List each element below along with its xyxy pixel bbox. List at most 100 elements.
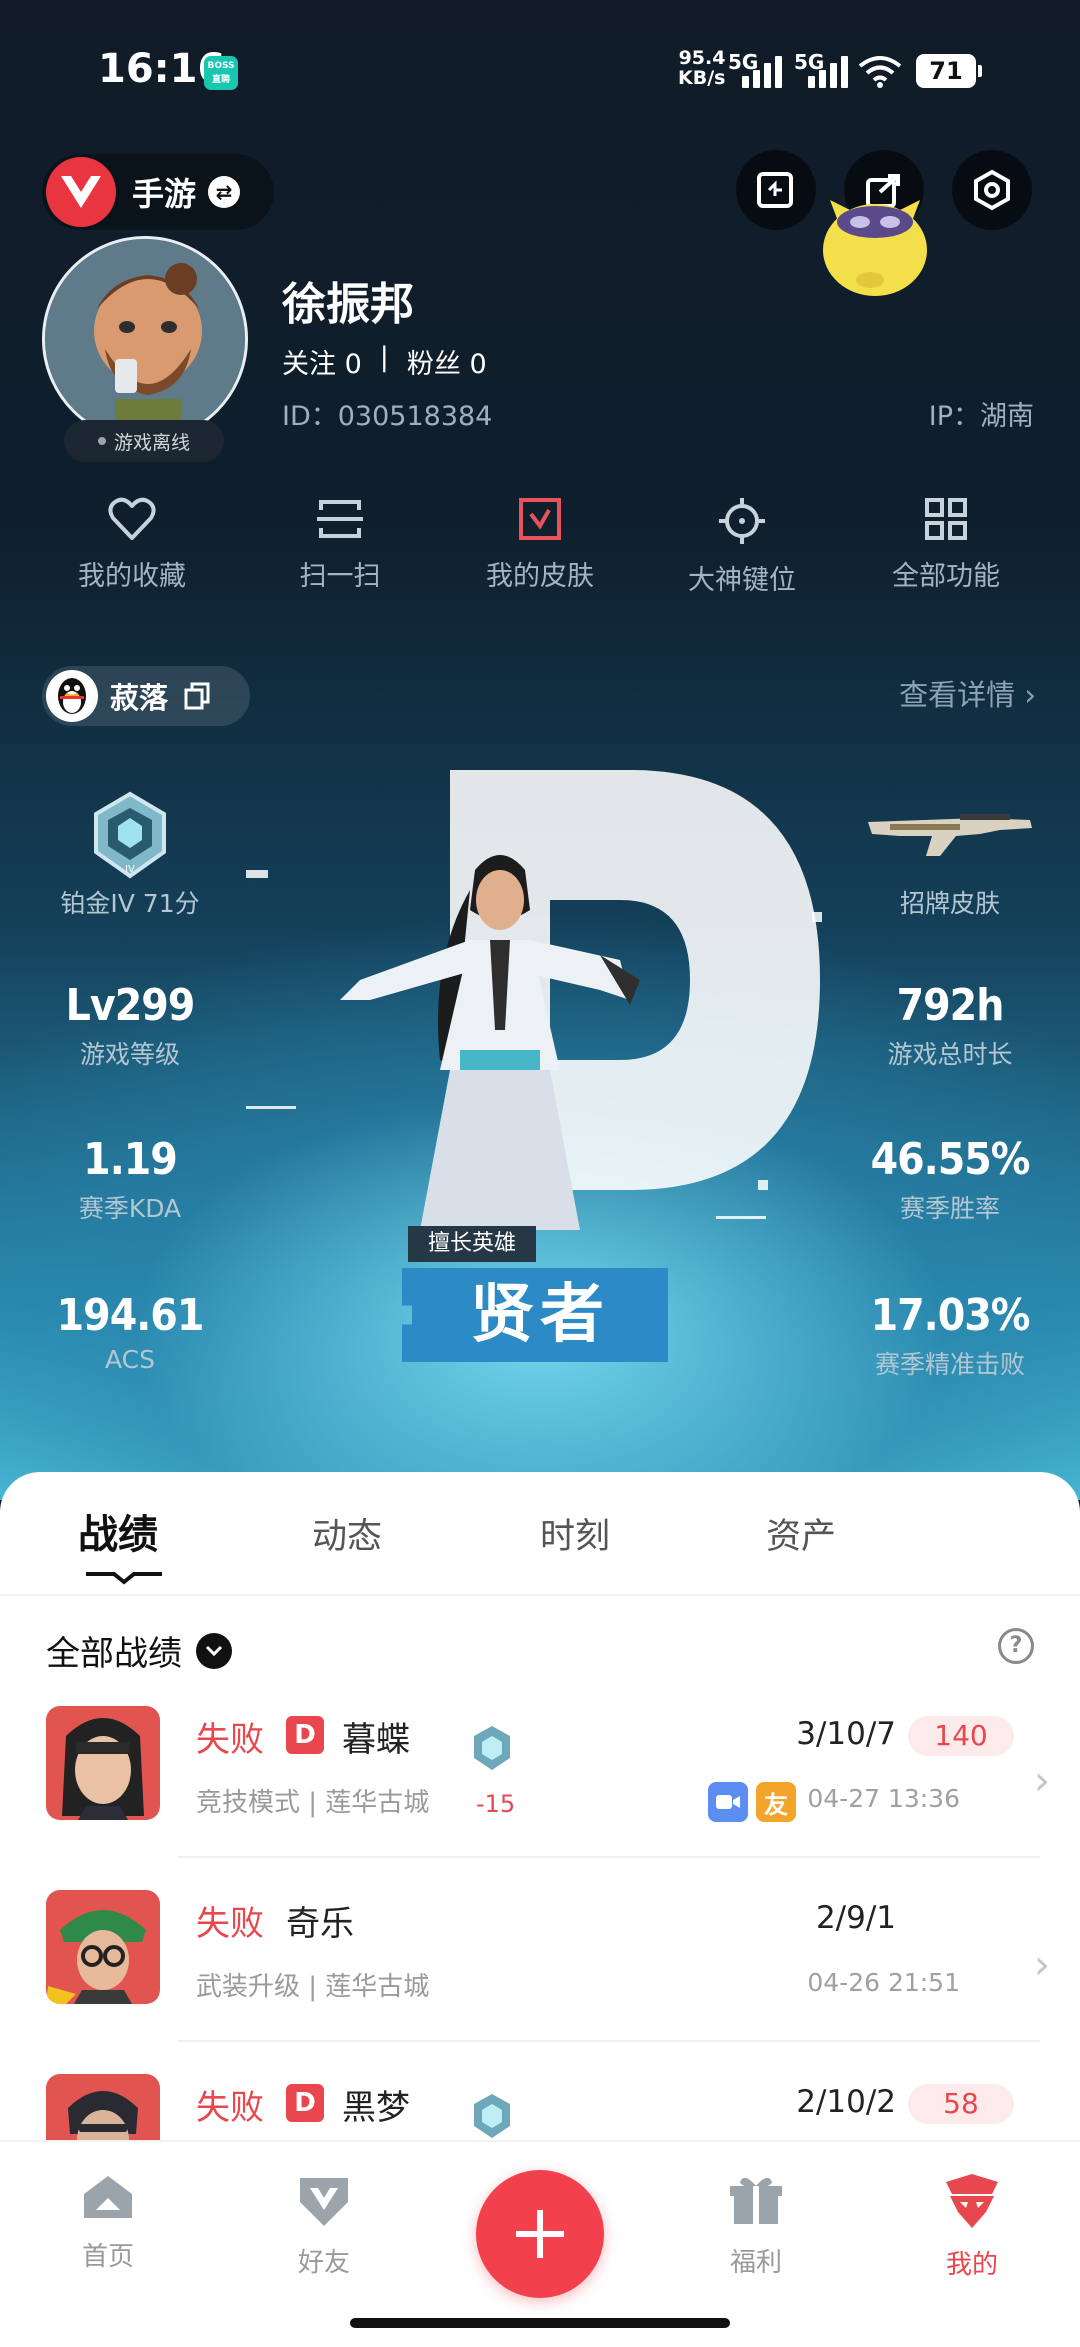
fans-count[interactable]: 粉丝 0: [407, 342, 487, 381]
agent-name: 奇乐: [286, 1904, 354, 1944]
status-bar: 16:16 BOSS 直聘 95.4 KB/s 5G 5G 71: [0, 0, 1080, 140]
match-tags: 友: [708, 1782, 796, 1822]
skin-icon: [519, 498, 561, 540]
stat-level: Lv299 游戏等级: [65, 980, 196, 1069]
nav-home[interactable]: 首页: [48, 2172, 168, 2273]
username: 徐振邦: [282, 279, 414, 330]
content-tabs: 战绩 动态 时刻 资产: [0, 1472, 1080, 1592]
stat-acs: 194.61 ACS: [56, 1290, 205, 1374]
boss-app-notification-icon: BOSS 直聘: [204, 56, 238, 90]
view-details-link[interactable]: 查看详情 ›: [899, 672, 1036, 714]
best-hero-tag: 擅长英雄: [408, 1226, 536, 1262]
profile-icon: [946, 2174, 998, 2228]
signal-bars-2-icon: [808, 54, 848, 88]
offline-dot-icon: [97, 437, 106, 445]
rank-delta: -15: [476, 1790, 516, 1818]
video-icon[interactable]: [708, 1782, 748, 1822]
nav-friends[interactable]: 好友: [264, 2172, 384, 2279]
quick-keybinds[interactable]: 大神键位: [652, 496, 832, 597]
battery-indicator: 71: [916, 54, 982, 88]
follow-stats: 关注 0 | 粉丝 0: [282, 342, 487, 381]
quick-functions: 我的收藏 扫一扫 我的皮肤 大神键位 全部功能: [0, 496, 1080, 616]
friends-icon: [300, 2178, 348, 2226]
bound-account-chip[interactable]: 菽落: [42, 666, 250, 726]
stat-precise-kill: 17.03% 赛季精准击败: [870, 1290, 1031, 1379]
edit-card-icon: [757, 172, 793, 208]
match-kda: 2/9/1: [815, 1900, 896, 1936]
deco-square-2: [758, 1180, 768, 1190]
signature-skin-label: 招牌皮肤: [899, 889, 1000, 918]
match-score-badge: 140: [908, 1716, 1014, 1756]
avatar[interactable]: [42, 236, 248, 442]
bound-account-name: 菽落: [110, 681, 169, 715]
deco-dash-3: [716, 1216, 766, 1219]
gift-icon: [730, 2177, 782, 2224]
quick-all-functions[interactable]: 全部功能: [856, 496, 1036, 593]
game-switcher[interactable]: 手游 ⇄: [42, 154, 274, 230]
match-row[interactable]: 失败 D 暮蝶 竞技模式 | 莲华古城 -15 3/10/7 140 友 04-…: [0, 1706, 1080, 1890]
rank-d-badge: D: [286, 2084, 324, 2122]
agent-name: 暮蝶: [342, 1720, 410, 1760]
following-count[interactable]: 关注 0: [282, 342, 362, 381]
stat-season-kda: 1.19 赛季KDA: [78, 1134, 182, 1223]
tab-records[interactable]: 战绩: [78, 1502, 158, 1560]
ip-location: IP：湖南: [928, 401, 1034, 432]
rank-icon: [474, 2094, 510, 2138]
help-icon[interactable]: ?: [998, 1628, 1034, 1664]
match-mode: 竞技模式 | 莲华古城: [196, 1788, 430, 1818]
signal-bars-1-icon: [742, 54, 782, 88]
match-row[interactable]: 失败 奇乐 武装升级 | 莲华古城 2/9/1 04-26 21:51 ›: [0, 1890, 1080, 2074]
match-date: 04-27 13:36: [807, 1784, 960, 1813]
network-speed: 95.4 KB/s: [678, 47, 726, 89]
tabs-divider: [0, 1594, 1080, 1596]
match-result: 失败: [196, 2088, 264, 2128]
chevron-right-icon: ›: [1034, 1758, 1050, 1804]
swap-icon: ⇄: [208, 176, 241, 208]
deco-dash-2: [246, 1106, 296, 1109]
game-status-badge: 游戏离线: [64, 420, 224, 462]
nav-mine[interactable]: 我的: [912, 2172, 1032, 2281]
mascot-sticker[interactable]: [800, 160, 950, 310]
match-kda: 3/10/7: [796, 1716, 896, 1752]
nav-welfare[interactable]: 福利: [696, 2172, 816, 2279]
chevron-down-icon: [196, 1632, 232, 1669]
stat-season-winrate: 46.55% 赛季胜率: [870, 1134, 1031, 1223]
match-kda: 2/10/2: [796, 2084, 896, 2120]
tab-moments[interactable]: 时刻: [540, 1508, 610, 1559]
active-tab-indicator: [86, 1572, 162, 1585]
quick-scan[interactable]: 扫一扫: [250, 496, 430, 593]
deco-dash-1: [246, 870, 268, 878]
match-date: 04-26 21:51: [807, 1968, 960, 1997]
create-post-button[interactable]: [476, 2170, 604, 2298]
scan-icon: [317, 500, 363, 538]
settings-button[interactable]: [952, 150, 1032, 230]
copy-icon[interactable]: [182, 681, 212, 711]
stat-total-hours: 792h 游戏总时长: [887, 980, 1013, 1069]
row-divider: [178, 1856, 1040, 1858]
rank-label: 铂金IV 71分: [60, 889, 200, 918]
friend-badge: 友: [756, 1782, 796, 1822]
svg-text:IV: IV: [125, 864, 135, 875]
agent-name: 黑梦: [342, 2088, 410, 2128]
tab-assets[interactable]: 资产: [766, 1508, 836, 1559]
quick-skins[interactable]: 我的皮肤: [450, 496, 630, 593]
grid-icon: [925, 498, 967, 540]
avatar-image: [45, 239, 245, 439]
quick-favorites[interactable]: 我的收藏: [42, 496, 222, 593]
hero-character-illustration: [340, 855, 640, 1230]
chevron-right-icon: ›: [1034, 1942, 1050, 1988]
deco-square-1: [812, 912, 822, 922]
rifle-skin-icon: [868, 814, 1032, 856]
best-hero-name[interactable]: 贤者: [402, 1268, 668, 1362]
rank-icon: [474, 1726, 510, 1770]
match-result: 失败: [196, 1720, 264, 1760]
match-mode: 武装升级 | 莲华古城: [196, 1972, 430, 2002]
platinum-rank-icon: IV: [94, 791, 166, 879]
wifi-icon: [858, 56, 902, 88]
match-score-badge: 58: [908, 2084, 1014, 2124]
game-name: 手游: [132, 175, 197, 213]
records-filter-dropdown[interactable]: 全部战绩: [46, 1626, 232, 1675]
tab-feed[interactable]: 动态: [312, 1508, 382, 1559]
rank-d-badge: D: [286, 1716, 324, 1754]
home-indicator[interactable]: [350, 2318, 730, 2328]
